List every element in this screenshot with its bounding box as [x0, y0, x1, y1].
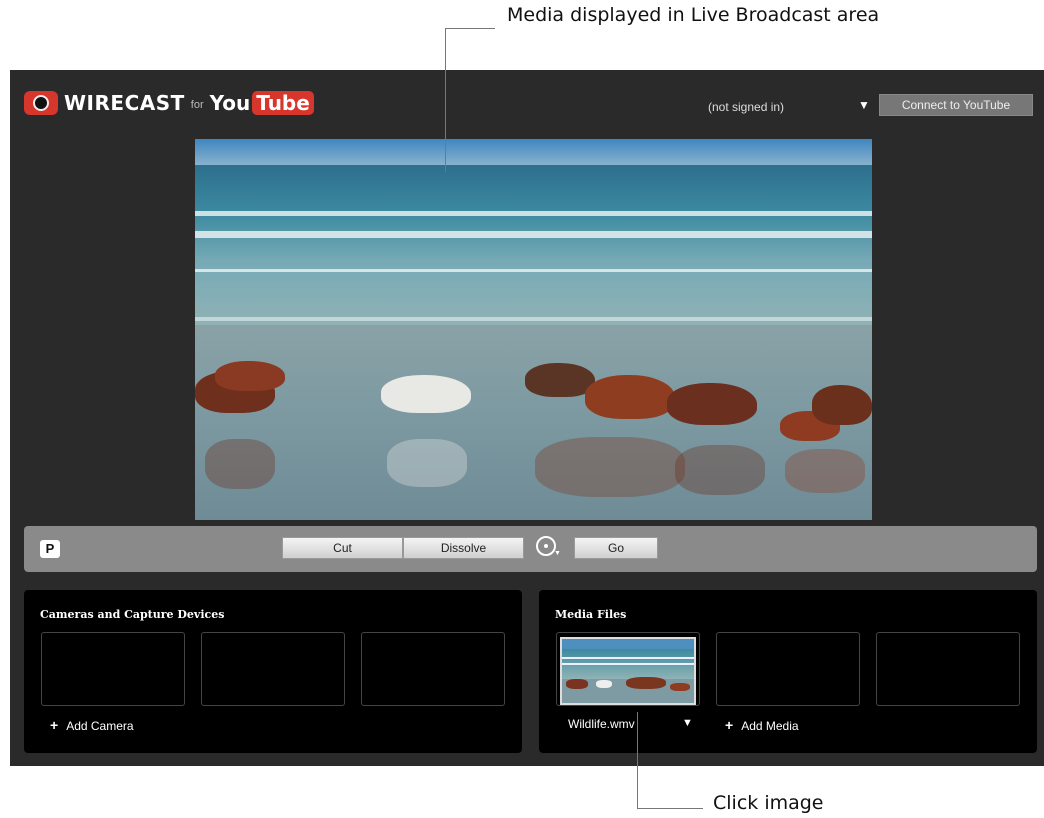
cut-button[interactable]: Cut	[282, 537, 403, 559]
media-slot[interactable]	[716, 632, 860, 706]
media-thumbnail[interactable]	[560, 637, 696, 705]
media-panel: Media Files Wildlife.wmv ▼ + Add Media	[539, 590, 1037, 753]
add-camera-label: Add Camera	[66, 719, 134, 733]
account-dropdown-icon[interactable]: ▼	[858, 98, 870, 112]
brand-for: for	[190, 99, 204, 111]
live-broadcast-preview	[195, 139, 872, 520]
app-logo: WIRECAST for You Tube	[24, 90, 314, 116]
annotation-leader-line	[445, 28, 495, 29]
transition-settings-icon[interactable]	[536, 536, 556, 556]
annotation-leader-line	[445, 28, 446, 172]
media-slot[interactable]	[876, 632, 1020, 706]
account-status[interactable]: (not signed in)	[708, 100, 784, 114]
media-file-name[interactable]: Wildlife.wmv	[568, 717, 635, 731]
cameras-panel: Cameras and Capture Devices + Add Camera	[24, 590, 522, 753]
cameras-panel-title: Cameras and Capture Devices	[40, 608, 225, 621]
wirecast-window: WIRECAST for You Tube (not signed in) ▼ …	[10, 70, 1044, 766]
camera-slot[interactable]	[201, 632, 345, 706]
annotation-leader-line	[637, 808, 703, 809]
plus-icon: +	[725, 717, 734, 733]
add-media-label: Add Media	[741, 719, 799, 733]
go-button[interactable]: Go	[574, 537, 658, 559]
plus-icon: +	[50, 717, 59, 733]
annotation-leader-line	[637, 712, 638, 809]
brand-name: WIRECAST	[64, 91, 185, 115]
annotation-live-broadcast: Media displayed in Live Broadcast area	[507, 4, 880, 26]
connect-youtube-button[interactable]: Connect to YouTube	[879, 94, 1033, 116]
media-file-dropdown-icon[interactable]: ▼	[682, 717, 693, 729]
switcher-bar: P Cut Dissolve ▼ Go	[24, 526, 1037, 572]
add-camera-button[interactable]: + Add Camera	[50, 717, 134, 733]
youtube-logo-tube: Tube	[252, 91, 314, 115]
youtube-logo-you: You	[209, 91, 251, 115]
camera-logo-icon	[24, 91, 58, 115]
transition-dropdown-icon[interactable]: ▼	[554, 550, 561, 557]
media-panel-title: Media Files	[555, 608, 627, 621]
add-media-button[interactable]: + Add Media	[725, 717, 799, 733]
annotation-click-image: Click image	[713, 792, 824, 814]
preview-toggle-button[interactable]: P	[40, 540, 60, 558]
camera-slot[interactable]	[361, 632, 505, 706]
dissolve-button[interactable]: Dissolve	[403, 537, 524, 559]
camera-slot[interactable]	[41, 632, 185, 706]
